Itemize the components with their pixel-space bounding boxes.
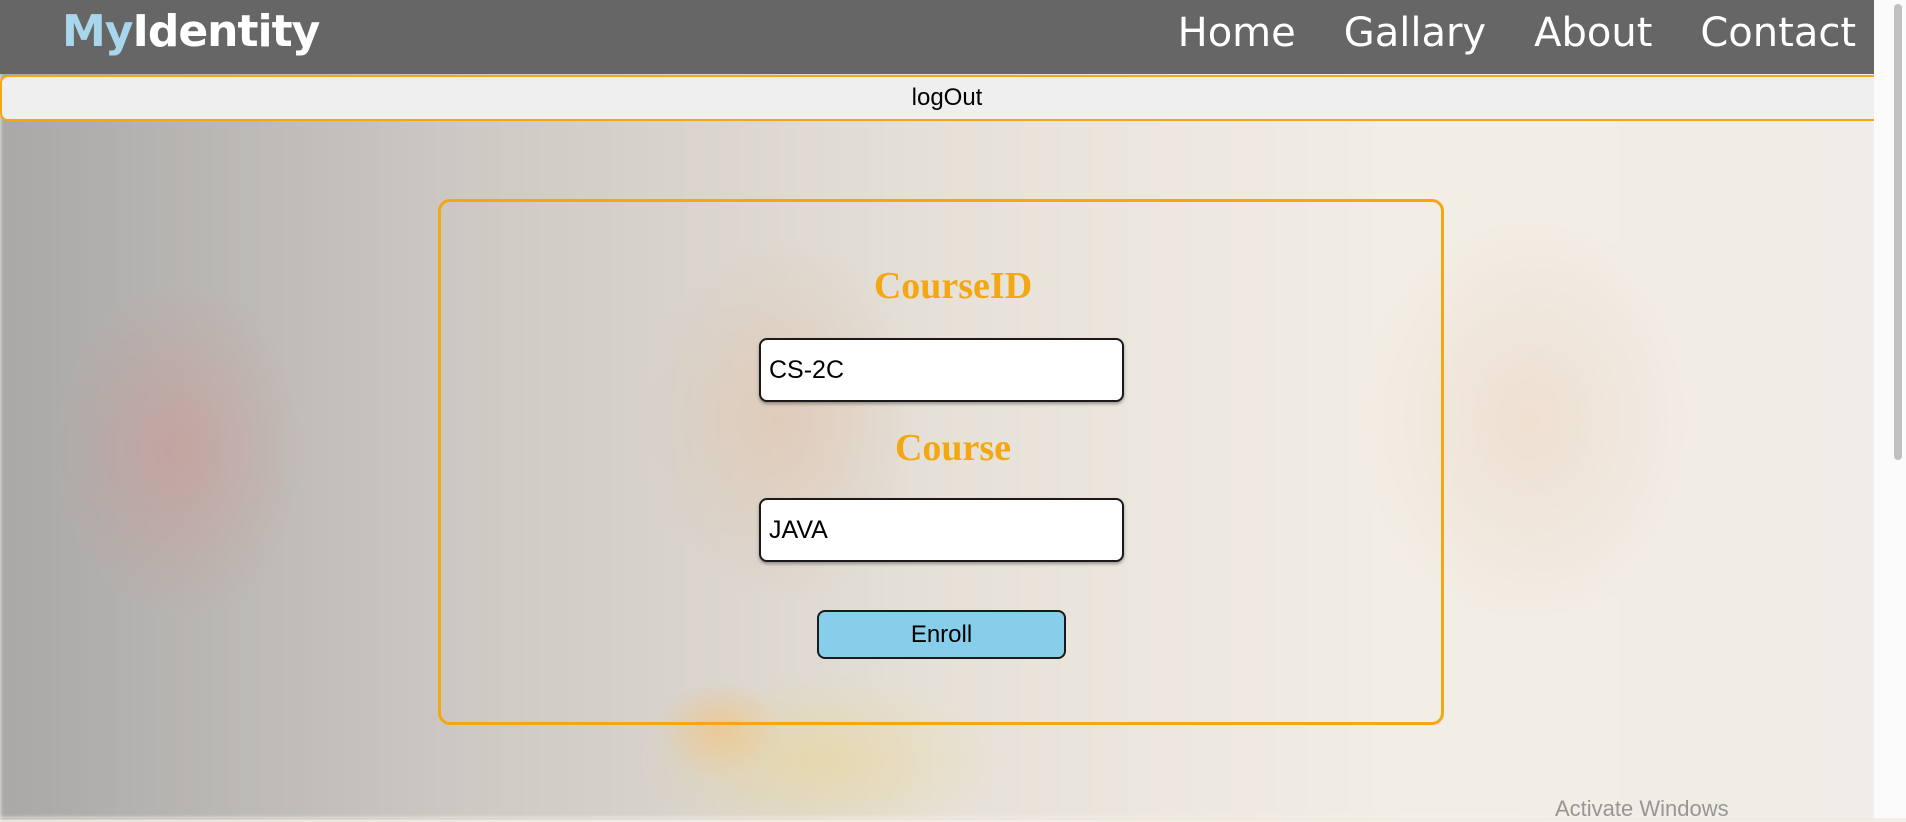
logo-my-text: My [62, 6, 133, 57]
site-logo[interactable]: MyIdentity [62, 6, 320, 57]
course-id-input[interactable]: CS-2C [759, 338, 1124, 402]
course-input[interactable]: JAVA [759, 498, 1124, 562]
scrollbar-thumb[interactable] [1894, 4, 1902, 460]
enroll-button[interactable]: Enroll [817, 610, 1066, 659]
vertical-scrollbar[interactable] [1874, 0, 1906, 818]
logo-identity-text: Identity [132, 6, 320, 57]
nav-gallary[interactable]: Gallary [1344, 10, 1486, 56]
logout-button[interactable]: logOut [0, 75, 1894, 121]
top-navbar: MyIdentity Home Gallary About Contact [0, 0, 1874, 74]
course-id-label: CourseID [873, 265, 1033, 307]
nav-home[interactable]: Home [1178, 10, 1296, 56]
course-label: Course [894, 427, 1012, 469]
nav-contact[interactable]: Contact [1700, 10, 1856, 56]
nav-menu: Home Gallary About Contact [1178, 10, 1856, 56]
nav-about[interactable]: About [1534, 10, 1652, 56]
activate-windows-watermark: Activate Windows [1555, 796, 1729, 821]
